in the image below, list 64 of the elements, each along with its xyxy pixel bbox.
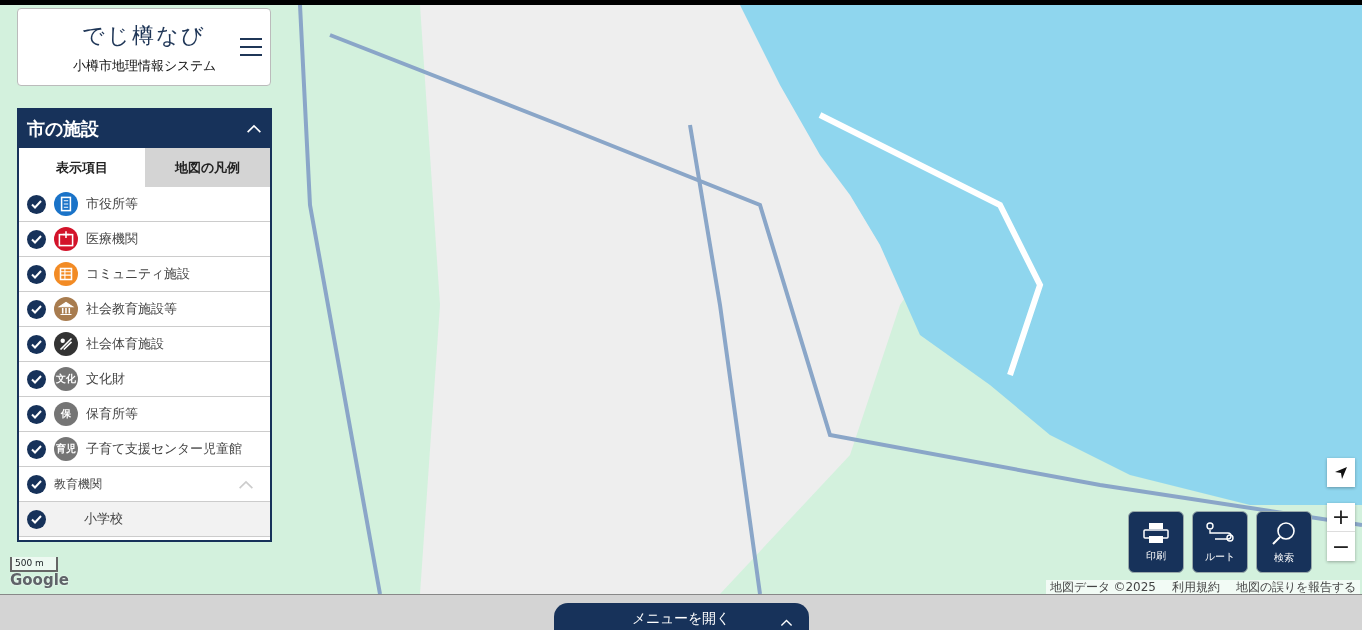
site-logo[interactable]: でじ樽なび xyxy=(82,18,206,52)
map-link[interactable]: 利用規約 xyxy=(1172,579,1220,594)
search-button[interactable]: 検索 xyxy=(1256,511,1312,573)
facility-list-item[interactable]: コミュニティ施設 xyxy=(19,257,270,292)
route-icon xyxy=(1205,520,1235,545)
facility-list-item[interactable]: 社会体育施設 xyxy=(19,327,270,362)
item-label: 子育て支援センター児童館 xyxy=(86,440,242,459)
checkbox[interactable] xyxy=(27,194,46,214)
check-icon xyxy=(31,339,42,349)
item-label: 医療機関 xyxy=(86,230,138,249)
scale-bar: 500 m xyxy=(10,556,58,572)
category-icon: 文化 xyxy=(54,367,78,391)
zoom-out-button[interactable]: − xyxy=(1327,532,1355,561)
checkbox[interactable] xyxy=(27,439,46,459)
category-icon: 保 xyxy=(54,402,78,426)
checkbox[interactable] xyxy=(27,509,46,529)
facility-list-item[interactable]: 育児 子育て支援センター児童館 xyxy=(19,432,270,467)
check-icon xyxy=(31,514,42,524)
check-icon xyxy=(31,304,42,314)
item-label: 文化財 xyxy=(86,370,125,389)
item-label: 市役所等 xyxy=(86,195,138,214)
checkbox[interactable] xyxy=(27,369,46,389)
check-icon xyxy=(31,374,42,384)
route-button[interactable]: ルート xyxy=(1192,511,1248,573)
checkbox[interactable] xyxy=(27,474,46,494)
item-label: 社会教育施設等 xyxy=(86,300,177,319)
printer-icon xyxy=(1143,521,1169,544)
item-label: 社会体育施設 xyxy=(86,335,164,354)
arrow-icon xyxy=(1334,465,1348,480)
category-icon: 育児 xyxy=(54,437,78,461)
open-menu-button[interactable]: メニューを開く xyxy=(553,603,809,630)
search-icon xyxy=(1271,519,1297,546)
checkbox[interactable] xyxy=(27,229,46,249)
tab[interactable]: 地図の凡例 xyxy=(144,148,270,187)
checkbox[interactable] xyxy=(27,264,46,284)
item-label: コミュニティ施設 xyxy=(86,265,190,284)
check-icon xyxy=(31,269,42,279)
menu-icon[interactable] xyxy=(240,37,262,57)
site-subtitle: 小樽市地理情報システム xyxy=(72,56,216,75)
checkbox[interactable] xyxy=(27,404,46,424)
facility-list-item[interactable]: 市役所等 xyxy=(19,187,270,222)
check-icon xyxy=(31,234,42,244)
panel-title: 市の施設 xyxy=(27,116,99,141)
item-label: 保育所等 xyxy=(86,405,138,424)
facility-list-item[interactable]: 医療機関 xyxy=(19,222,270,257)
map-link[interactable]: 地図の誤りを報告する xyxy=(1236,579,1356,594)
zoom-in-button[interactable]: + xyxy=(1327,503,1355,532)
item-label: 教育機関 xyxy=(54,476,102,493)
map-logo: Google xyxy=(10,569,69,591)
checkbox[interactable] xyxy=(27,334,46,354)
check-icon xyxy=(31,444,42,454)
checkbox[interactable] xyxy=(27,299,46,319)
facility-list-item[interactable]: 文化 文化財 xyxy=(19,362,270,397)
facility-list-item[interactable]: 社会教育施設等 xyxy=(19,292,270,327)
map-data-credit: 地図データ ©2025 xyxy=(1049,579,1156,594)
check-icon xyxy=(31,199,42,209)
locate-button[interactable] xyxy=(1327,458,1355,487)
print-button[interactable]: 印刷 xyxy=(1128,511,1184,573)
facility-list-item[interactable]: 保 保育所等 xyxy=(19,397,270,432)
item-label: 小学校 xyxy=(84,510,123,529)
panel-header[interactable]: 市の施設 xyxy=(19,108,270,148)
check-icon xyxy=(31,479,42,489)
check-icon xyxy=(31,409,42,419)
map-area[interactable]: でじ樽なび 小樽市地理情報システム 市の施設 表示項目 地図の凡例 市役所等 医療機関 コミュニティ施設 社会教育施設等 社会体育施設 文化 文化財 保 保育所等 育児 子育て支援センター児童館 教育機関 小学校 500 m Google 地図データ ©2025 利用規約 地図の誤りを報告する + − 印刷 ルート 検索 xyxy=(0,5,1362,594)
